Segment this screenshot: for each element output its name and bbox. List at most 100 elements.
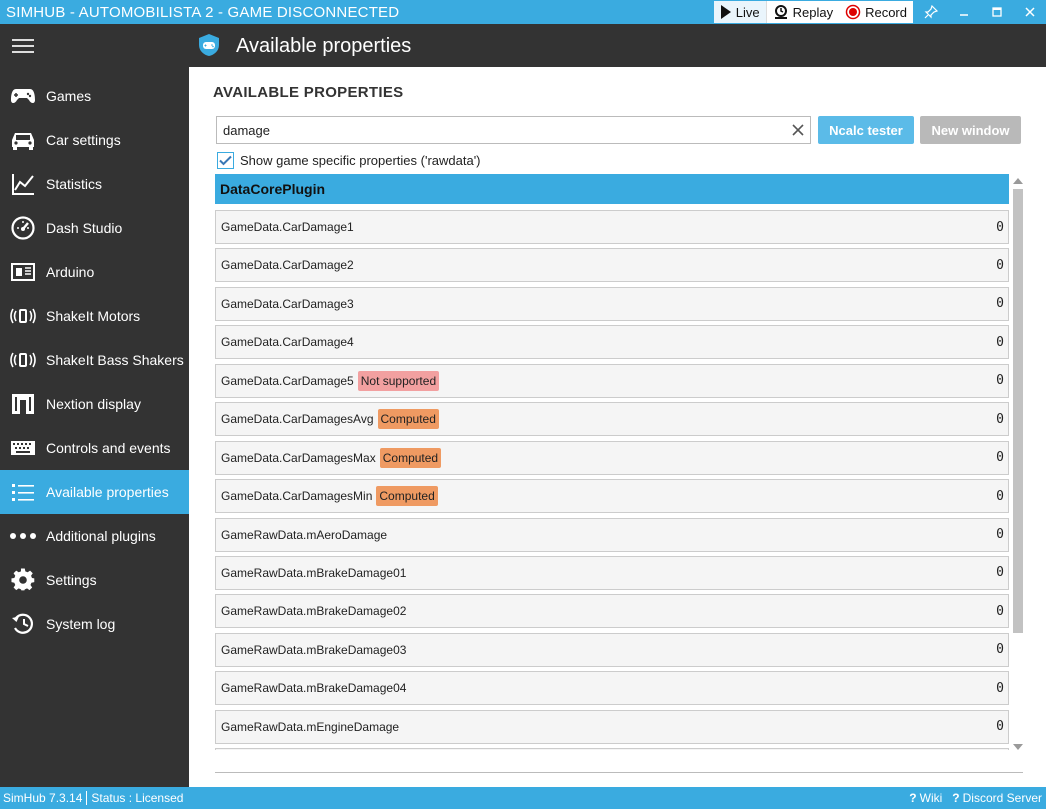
sidebar-item-statistics[interactable]: Statistics	[0, 162, 189, 206]
sidebar-item-available-properties[interactable]: Available properties	[0, 470, 189, 514]
live-label: Live	[735, 4, 760, 20]
record-mode-button[interactable]: Record	[839, 1, 913, 23]
status-badge: Computed	[377, 409, 439, 430]
car-icon	[12, 133, 34, 150]
sidebar-item-dash-studio[interactable]: Dash Studio	[0, 206, 189, 250]
scroll-up-icon[interactable]	[1013, 177, 1023, 185]
sidebar-item-label: ShakeIt Motors	[46, 308, 141, 324]
property-value: 0	[996, 719, 1004, 735]
property-row[interactable]: GameRawData.mAeroDamage 0	[215, 517, 1009, 552]
sidebar-item-system-log[interactable]: System log	[0, 602, 189, 646]
sidebar-item-label: Controls and events	[46, 440, 171, 456]
property-value: 0	[996, 257, 1004, 273]
live-mode-button[interactable]: Live	[713, 1, 767, 23]
gear-icon	[11, 568, 35, 591]
sidebar-item-label: Nextion display	[46, 396, 141, 412]
property-row[interactable]: GameRawData.mEngineDamage 0	[215, 709, 1009, 744]
property-row[interactable]: GameData.CarDamage2 0	[215, 248, 1009, 283]
property-row[interactable]: GameData.CarDamagesMax Computed 0	[215, 440, 1009, 475]
property-row[interactable]: GameRawData.mBrakeDamage03 0	[215, 632, 1009, 667]
question-icon: ?	[952, 791, 960, 805]
property-row[interactable]: GameData.CarDamagesMin Computed 0	[215, 479, 1009, 514]
rawdata-checkbox-row[interactable]: Show game specific properties ('rawdata'…	[217, 152, 481, 169]
rawdata-checkbox[interactable]	[217, 152, 234, 169]
hamburger-menu-button[interactable]	[0, 24, 45, 67]
property-name: GameRawData.mAeroDamage	[221, 527, 388, 542]
property-name: GameData.CarDamagesMin	[221, 489, 373, 504]
property-name: GameRawData.mBrakeDamage01	[221, 565, 407, 580]
sidebar-item-nextion-display[interactable]: Nextion display	[0, 382, 189, 426]
history-icon	[12, 613, 34, 634]
discord-label: Discord Server	[962, 791, 1042, 805]
property-row[interactable]	[215, 748, 1009, 750]
minimize-button[interactable]	[947, 0, 980, 24]
property-name: GameRawData.mBrakeDamage04	[221, 681, 407, 696]
property-value: 0	[996, 296, 1004, 312]
scrollbar-thumb[interactable]	[1013, 189, 1023, 633]
property-row[interactable]: GameRawData.mBrakeDamage04 0	[215, 671, 1009, 706]
property-row[interactable]: GameData.CarDamage4 0	[215, 325, 1009, 360]
property-value: 0	[996, 450, 1004, 466]
pin-icon	[924, 5, 938, 19]
sidebar-item-car-settings[interactable]: Car settings	[0, 118, 189, 162]
sidebar-item-controls-and-events[interactable]: Controls and events	[0, 426, 189, 470]
wiki-link[interactable]: ? Wiki	[909, 791, 942, 805]
property-row[interactable]: GameRawData.mBrakeDamage02 0	[215, 594, 1009, 629]
property-row[interactable]: GameData.CarDamage1 0	[215, 210, 1009, 244]
dots-icon	[10, 533, 36, 539]
window-title: SIMHUB - AUTOMOBILISTA 2 - GAME DISCONNE…	[6, 3, 400, 21]
pin-button[interactable]	[914, 0, 947, 24]
status-badge: Not supported	[357, 370, 440, 391]
discord-server-link[interactable]: ? Discord Server	[952, 791, 1042, 805]
group-header-datacoreplugin[interactable]: DataCorePlugin	[215, 174, 1009, 204]
sidebar-item-label: System log	[46, 616, 116, 632]
divider	[86, 791, 88, 805]
property-list-scrollbar[interactable]	[1012, 177, 1024, 757]
property-value: 0	[996, 642, 1004, 658]
close-button[interactable]	[1013, 0, 1046, 24]
property-name: GameData.CarDamagesMax	[221, 450, 376, 465]
chart-icon	[12, 174, 34, 195]
sidebar-item-label: Available properties	[46, 484, 169, 500]
status-text: Status : Licensed	[91, 791, 184, 805]
sidebar-item-label: Arduino	[46, 264, 95, 280]
gamepad-icon	[11, 89, 35, 103]
property-name: GameData.CarDamage1	[221, 220, 354, 234]
sidebar-item-label: Settings	[46, 572, 97, 588]
scroll-down-icon[interactable]	[1013, 743, 1023, 751]
record-label: Record	[865, 4, 907, 20]
ncalc-tester-button[interactable]: Ncalc tester	[818, 116, 914, 144]
arduino-icon	[11, 263, 35, 281]
property-value: 0	[996, 527, 1004, 542]
keyboard-icon	[11, 441, 35, 455]
property-row[interactable]: GameData.CarDamagesAvg Computed 0	[215, 402, 1009, 437]
replay-mode-button[interactable]: Replay	[767, 1, 839, 23]
vibration-icon	[10, 308, 36, 324]
property-name: GameRawData.mBrakeDamage03	[221, 642, 407, 657]
property-row[interactable]: GameData.CarDamage5 Not supported 0	[215, 363, 1009, 398]
sidebar-item-shakeit-bass-shakers[interactable]: ShakeIt Bass Shakers	[0, 338, 189, 382]
search-input[interactable]	[217, 117, 786, 143]
sidebar-item-settings[interactable]: Settings	[0, 558, 189, 602]
clear-search-button[interactable]	[786, 117, 810, 143]
replay-icon	[774, 5, 787, 19]
property-row[interactable]: GameData.CarDamage3 0	[215, 286, 1009, 321]
play-icon	[720, 5, 731, 19]
minimize-icon	[959, 14, 968, 16]
sidebar-item-arduino[interactable]: Arduino	[0, 250, 189, 294]
property-name: GameRawData.mBrakeDamage02	[221, 604, 407, 619]
property-value: 0	[996, 603, 1004, 619]
sidebar-item-games[interactable]: Games	[0, 74, 189, 118]
sidebar-item-shakeit-motors[interactable]: ShakeIt Motors	[0, 294, 189, 338]
mode-toggle-group: Live Replay Record	[712, 0, 914, 24]
status-badge: Computed	[376, 486, 438, 507]
maximize-button[interactable]	[980, 0, 1013, 24]
header-bar: Available properties	[0, 24, 1046, 67]
sidebar-item-additional-plugins[interactable]: Additional plugins	[0, 514, 189, 558]
close-icon	[1024, 7, 1035, 17]
list-icon	[12, 484, 34, 501]
search-field	[216, 116, 811, 144]
property-row[interactable]: GameRawData.mBrakeDamage01 0	[215, 555, 1009, 590]
new-window-button[interactable]: New window	[920, 116, 1021, 144]
property-value: 0	[996, 219, 1004, 235]
